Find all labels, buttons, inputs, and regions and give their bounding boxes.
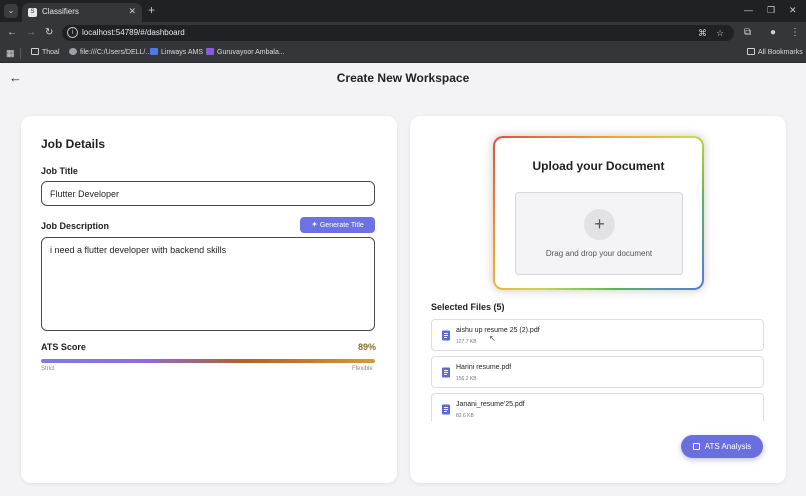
site-favicon-icon xyxy=(150,48,158,55)
bookmarks-bar: ▦ Thoal file:///C:/Users/DELL/... Linway… xyxy=(0,44,806,63)
page-title: Create New Workspace xyxy=(336,71,470,85)
ats-min-label: Strict xyxy=(41,366,55,372)
bookmark-item[interactable]: file:///C:/Users/DELL/... xyxy=(69,48,151,56)
forward-nav-icon[interactable]: → xyxy=(26,26,36,40)
bookmark-star-icon[interactable]: ☆ xyxy=(716,27,724,39)
sparkle-icon: ✦ xyxy=(311,220,318,229)
document-icon xyxy=(441,404,451,415)
address-bar[interactable]: i localhost:54789/#/dashboard ⌘ ☆ xyxy=(62,25,734,41)
file-size: 82.6 KB xyxy=(456,413,474,419)
document-icon xyxy=(441,330,451,341)
tab-favicon-icon: S xyxy=(28,8,37,17)
drop-zone[interactable]: + Drag and drop your document xyxy=(515,192,683,275)
document-icon xyxy=(441,367,451,378)
globe-icon xyxy=(69,48,77,55)
job-title-input[interactable]: Flutter Developer xyxy=(41,181,375,206)
upload-title: Upload your Document xyxy=(532,159,665,173)
file-list-item[interactable]: Janani_resume'25.pdf 82.6 KB xyxy=(431,393,764,421)
drop-zone-text: Drag and drop your document xyxy=(545,249,653,258)
ats-max-label: Flexible xyxy=(352,366,373,372)
browser-tab[interactable]: S Classifiers ✕ xyxy=(22,3,142,22)
profile-avatar-icon[interactable]: ● xyxy=(770,26,776,40)
file-list-item[interactable]: Harini resume.pdf 156.2 KB xyxy=(431,356,764,388)
ats-analysis-label: ATS Analysis xyxy=(704,442,752,451)
bookmark-item[interactable]: Guruvayoor Ambala... xyxy=(206,48,285,56)
all-bookmarks[interactable]: All Bookmarks xyxy=(747,48,803,56)
analysis-icon xyxy=(692,443,700,450)
file-size: 127.7 KB xyxy=(456,339,477,345)
browser-tab-strip: ⌄ S Classifiers ✕ + — ❐ ✕ xyxy=(0,0,806,22)
add-file-icon[interactable]: + xyxy=(584,209,615,240)
job-description-textarea[interactable]: i need a flutter developer with backend … xyxy=(41,237,375,331)
app-page: ← Create New Workspace Job Details Job T… xyxy=(0,63,806,496)
ats-analysis-button[interactable]: ATS Analysis xyxy=(681,435,763,458)
bookmark-item[interactable]: Linways AMS xyxy=(150,48,203,56)
translate-icon[interactable]: ⌘ xyxy=(698,27,707,39)
folder-icon xyxy=(31,48,39,55)
bookmarks-divider xyxy=(20,48,21,59)
apps-grid-icon[interactable]: ▦ xyxy=(6,48,15,58)
reload-icon[interactable]: ↻ xyxy=(45,26,53,40)
upload-panel-inner: Upload your Document + Drag and drop you… xyxy=(495,138,702,288)
generate-title-button[interactable]: ✦ Generate Title xyxy=(300,217,375,233)
restore-icon[interactable]: ❐ xyxy=(767,4,775,16)
job-description-label: Job Description xyxy=(41,221,110,231)
file-name: aishu up resume 25 (2).pdf xyxy=(456,327,540,334)
site-info-icon[interactable]: i xyxy=(67,27,78,38)
job-title-label: Job Title xyxy=(41,166,78,176)
tab-title: Classifiers xyxy=(42,7,79,16)
ats-score-value: 89% xyxy=(358,342,377,352)
mouse-cursor-icon: ↖ xyxy=(489,334,496,343)
minimize-icon[interactable]: — xyxy=(744,4,753,16)
ats-score-slider[interactable] xyxy=(41,359,375,363)
folder-icon xyxy=(747,48,755,55)
generate-title-label: Generate Title xyxy=(319,222,364,229)
back-nav-icon[interactable]: ← xyxy=(7,26,17,40)
file-name: Harini resume.pdf xyxy=(456,364,512,371)
selected-files-heading: Selected Files (5) xyxy=(431,302,505,312)
upload-panel: Upload your Document + Drag and drop you… xyxy=(493,136,704,290)
window-close-icon[interactable]: ✕ xyxy=(789,4,797,16)
new-tab-button[interactable]: + xyxy=(148,3,155,17)
extensions-icon[interactable]: ⧉ xyxy=(744,26,751,40)
tab-close-icon[interactable]: ✕ xyxy=(128,6,136,17)
bookmark-item[interactable]: Thoal xyxy=(31,48,60,56)
url-text[interactable]: localhost:54789/#/dashboard xyxy=(82,28,185,37)
file-name: Janani_resume'25.pdf xyxy=(456,401,525,408)
job-details-card: Job Details Job Title Flutter Developer … xyxy=(21,116,397,483)
site-favicon-icon xyxy=(206,48,214,55)
ats-score-label: ATS Score xyxy=(41,342,86,352)
tab-search-icon[interactable]: ⌄ xyxy=(4,4,18,18)
browser-menu-icon[interactable]: ⋮ xyxy=(790,26,800,40)
address-toolbar: ← → ↻ i localhost:54789/#/dashboard ⌘ ☆ … xyxy=(0,22,806,44)
file-size: 156.2 KB xyxy=(456,376,477,382)
file-list-item[interactable]: aishu up resume 25 (2).pdf 127.7 KB ↖ xyxy=(431,319,764,351)
job-details-heading: Job Details xyxy=(41,137,106,151)
upload-card: Upload your Document + Drag and drop you… xyxy=(410,116,786,483)
